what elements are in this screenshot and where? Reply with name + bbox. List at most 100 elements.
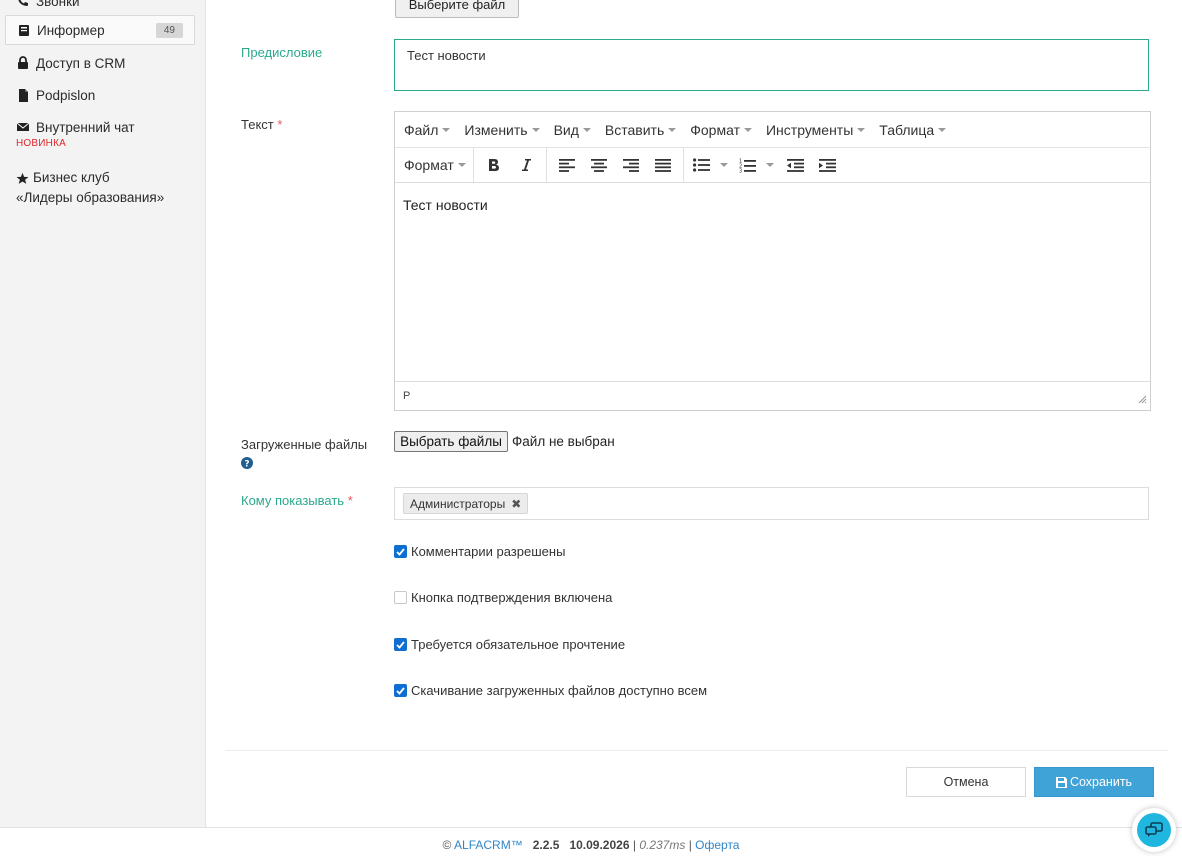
outdent-button[interactable]: [780, 150, 812, 180]
sidebar-item-podpislon[interactable]: Podpislon: [5, 86, 195, 104]
book-icon: [17, 24, 31, 37]
chat-button[interactable]: [1132, 808, 1176, 852]
outdent-icon: [787, 158, 805, 172]
checkbox-download-all[interactable]: Скачивание загруженных файлов доступно в…: [394, 683, 707, 698]
show-to-label-text: Кому показывать: [241, 493, 345, 508]
caret-down-icon: [531, 127, 540, 132]
checkbox-label: Комментарии разрешены: [411, 544, 566, 559]
caret-down-icon: [743, 127, 752, 132]
sidebar-item-internal-chat[interactable]: Внутренний чат: [5, 118, 195, 136]
checkbox-comments-allowed[interactable]: Комментарии разрешены: [394, 544, 565, 559]
choose-file-button[interactable]: Выберите файл: [395, 0, 519, 18]
menu-insert[interactable]: Вставить: [598, 122, 683, 138]
menu-label: Инструменты: [765, 121, 854, 138]
sidebar: Звонки Информер 49 Доступ в CRM Podpislo…: [0, 0, 206, 827]
checkbox-checked-icon[interactable]: [394, 545, 407, 558]
italic-button[interactable]: [510, 150, 542, 180]
text-style-group: [474, 148, 547, 182]
editor-toolbar: Формат 1 2 3: [395, 148, 1150, 183]
menu-tools[interactable]: Инструменты: [759, 122, 872, 138]
render-timing: 0.237ms: [639, 838, 686, 852]
file-icon: [16, 88, 30, 102]
footer-divider: [0, 827, 1182, 828]
menu-label: Вид: [553, 121, 579, 138]
remove-tag-icon[interactable]: ✖: [511, 497, 521, 511]
required-mark: *: [347, 493, 353, 508]
help-icon[interactable]: ?: [241, 457, 253, 472]
align-right-button[interactable]: [615, 150, 647, 180]
checkbox-mandatory-reading[interactable]: Требуется обязательное прочтение: [394, 637, 625, 652]
tag-label: Администраторы: [410, 496, 506, 511]
checkbox-confirm-button[interactable]: Кнопка подтверждения включена: [394, 590, 612, 605]
align-center-button[interactable]: [583, 150, 615, 180]
sidebar-item-label: Звонки: [36, 0, 80, 9]
divider: [225, 750, 1168, 751]
bold-button[interactable]: [478, 150, 510, 180]
align-left-button[interactable]: [551, 150, 583, 180]
footer: © ALFACRM™ 2.2.5 10.09.2026 | 0.237ms | …: [0, 838, 1182, 852]
star-icon: [16, 172, 29, 185]
align-group: [547, 148, 684, 182]
phone-icon: [16, 0, 30, 7]
resize-handle-icon[interactable]: [1138, 395, 1147, 407]
sidebar-item-label: Podpislon: [36, 87, 96, 103]
italic-icon: [521, 159, 531, 171]
show-to-label: Кому показывать *: [241, 493, 353, 508]
choose-files-button[interactable]: Выбрать файлы: [394, 431, 508, 452]
menu-view[interactable]: Вид: [547, 122, 598, 138]
save-button[interactable]: Сохранить: [1034, 767, 1154, 797]
checkbox-checked-icon[interactable]: [394, 638, 407, 651]
align-justify-icon: [654, 158, 671, 172]
editor-content[interactable]: Тест новости: [395, 183, 1150, 381]
checkbox-unchecked-icon[interactable]: [394, 591, 407, 604]
menu-table[interactable]: Таблица: [872, 122, 953, 138]
cancel-button[interactable]: Отмена: [906, 767, 1026, 797]
version: 2.2.5: [532, 838, 560, 852]
format-dropdown[interactable]: Формат: [397, 148, 474, 182]
sidebar-item-business-club[interactable]: Бизнес клуб «Лидеры образования»: [16, 168, 164, 208]
new-badge: НОВИНКА: [16, 138, 66, 149]
checkbox-label: Скачивание загруженных файлов доступно в…: [411, 683, 708, 698]
format-dropdown-label: Формат: [404, 157, 454, 173]
sidebar-item-crm-access[interactable]: Доступ в CRM: [5, 54, 195, 72]
sidebar-item-calls[interactable]: Звонки: [5, 0, 195, 10]
preface-input[interactable]: Тест новости: [394, 39, 1149, 91]
numbered-list-button[interactable]: 123: [734, 150, 780, 180]
sidebar-item-label: Информер: [37, 22, 105, 38]
caret-down-icon: [857, 127, 866, 132]
menu-label: Изменить: [464, 121, 528, 138]
align-justify-button[interactable]: [647, 150, 679, 180]
text-label: Текст *: [241, 117, 282, 132]
element-path[interactable]: P: [403, 390, 410, 402]
caret-down-icon: [720, 163, 729, 167]
caret-down-icon: [582, 127, 591, 132]
indent-button[interactable]: [812, 150, 844, 180]
menu-label: Вставить: [604, 121, 665, 138]
selected-tag: Администраторы ✖: [403, 493, 529, 514]
lock-icon: [16, 56, 30, 70]
bullet-list-button[interactable]: [688, 150, 734, 180]
list-indent-group: 123: [684, 148, 848, 182]
caret-down-icon: [938, 127, 947, 132]
caret-down-icon: [442, 127, 451, 132]
show-to-multiselect[interactable]: Администраторы ✖: [394, 487, 1149, 520]
svg-text:?: ?: [244, 459, 249, 469]
menu-edit[interactable]: Изменить: [457, 122, 546, 138]
checkbox-label: Кнопка подтверждения включена: [411, 590, 613, 605]
chat-bubbles-icon: [1145, 822, 1163, 837]
editor-menubar: Файл Изменить Вид Вставить Формат Инстру…: [395, 112, 1150, 148]
editor-statusbar: P: [395, 381, 1150, 410]
menu-file[interactable]: Файл: [397, 122, 457, 138]
menu-format[interactable]: Формат: [683, 122, 759, 138]
menu-label: Формат: [690, 121, 740, 138]
caret-down-icon: [668, 127, 677, 132]
checkbox-checked-icon[interactable]: [394, 684, 407, 697]
sidebar-item-label: Внутренний чат: [36, 119, 135, 135]
sidebar-item-informer[interactable]: Информер 49: [5, 15, 195, 45]
align-center-icon: [590, 158, 607, 172]
brand-link[interactable]: ALFACRM™: [454, 838, 523, 852]
sidebar-item-label: «Лидеры образования»: [16, 190, 165, 205]
numbered-list-icon: 123: [739, 158, 757, 173]
offer-link[interactable]: Оферта: [695, 838, 739, 852]
checkbox-label: Требуется обязательное прочтение: [411, 637, 626, 652]
